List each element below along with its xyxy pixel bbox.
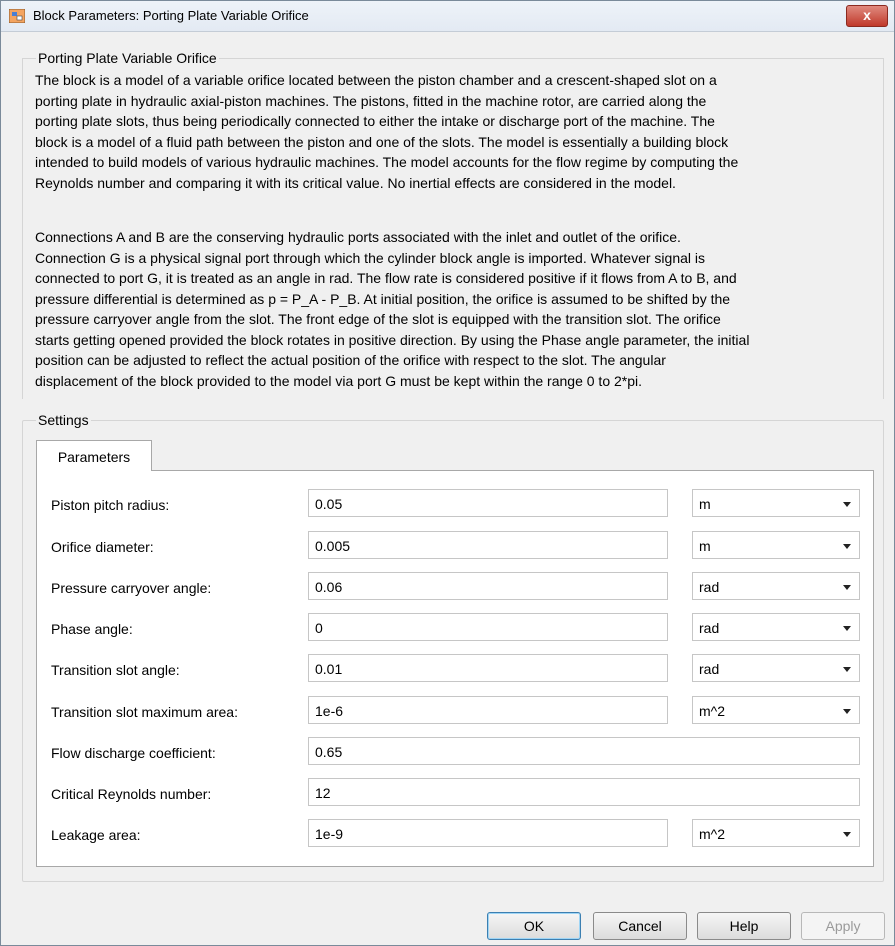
unit-dropdown[interactable]: m bbox=[692, 531, 860, 559]
description-line: intended to build models of various hydr… bbox=[35, 154, 739, 170]
parameter-value-field[interactable]: 0.05 bbox=[308, 489, 668, 517]
description-line: Connections A and B are the conserving h… bbox=[35, 229, 681, 245]
settings-label: Settings bbox=[36, 412, 91, 428]
parameter-value-field[interactable]: 0.01 bbox=[308, 654, 668, 682]
parameter-label: Phase angle: bbox=[51, 621, 133, 637]
parameter-label: Leakage area: bbox=[51, 827, 141, 843]
parameter-label: Flow discharge coefficient: bbox=[51, 745, 216, 761]
cancel-button[interactable]: Cancel bbox=[593, 912, 687, 940]
description-line: Connection G is a physical signal port t… bbox=[35, 249, 706, 266]
description-line: The block is a model of a variable orifi… bbox=[35, 72, 717, 88]
description-line: pressure differential is determined as p… bbox=[35, 290, 731, 307]
description-line: block is a model of a fluid path between… bbox=[35, 133, 729, 150]
description-paragraph-1: The block is a model of a variable orifi… bbox=[35, 70, 865, 193]
unit-dropdown[interactable]: m^2 bbox=[692, 819, 860, 847]
parameter-row: Flow discharge coefficient: 0.65 bbox=[37, 737, 873, 771]
unit-value: m^2 bbox=[699, 703, 726, 719]
parameter-row: Transition slot angle: 0.01 rad bbox=[37, 654, 873, 688]
unit-dropdown[interactable]: m bbox=[692, 489, 860, 517]
unit-value: rad bbox=[699, 620, 720, 636]
description-line: connected to port G, it is treated as an… bbox=[35, 270, 737, 286]
chevron-down-icon bbox=[843, 832, 851, 837]
window-title: Block Parameters: Porting Plate Variable… bbox=[33, 8, 309, 23]
parameter-label: Piston pitch radius: bbox=[51, 497, 170, 513]
unit-value: rad bbox=[699, 579, 720, 595]
parameter-label: Orifice diameter: bbox=[51, 539, 154, 555]
chevron-down-icon bbox=[843, 667, 851, 672]
parameter-value-field[interactable]: 0.06 bbox=[308, 572, 668, 600]
parameter-value-field[interactable]: 0.65 bbox=[308, 737, 860, 765]
unit-dropdown[interactable]: rad bbox=[692, 572, 860, 600]
ok-button[interactable]: OK bbox=[487, 912, 581, 940]
chevron-down-icon bbox=[843, 502, 851, 507]
apply-button[interactable]: Apply bbox=[801, 912, 885, 940]
chevron-down-icon bbox=[843, 626, 851, 631]
parameter-row: Piston pitch radius: 0.05 m bbox=[37, 489, 873, 523]
unit-value: m bbox=[699, 496, 711, 512]
parameter-row: Phase angle: 0 rad bbox=[37, 613, 873, 647]
unit-value: rad bbox=[699, 661, 720, 677]
parameter-value-field[interactable]: 1e-6 bbox=[308, 696, 668, 724]
description-line: pressure carryover angle from the slot. … bbox=[35, 311, 721, 327]
parameter-value-field[interactable]: 0 bbox=[308, 613, 668, 641]
block-name-header: Porting Plate Variable Orifice bbox=[36, 50, 219, 66]
block-parameters-icon bbox=[9, 9, 25, 23]
parameter-row: Orifice diameter: 0.005 m bbox=[37, 531, 873, 565]
parameter-label: Transition slot angle: bbox=[51, 662, 180, 678]
parameters-panel: Piston pitch radius: 0.05 m Orifice diamete… bbox=[36, 470, 874, 867]
chevron-down-icon bbox=[843, 709, 851, 714]
parameter-label: Transition slot maximum area: bbox=[51, 704, 238, 720]
description-line: starts getting opened provided the block… bbox=[35, 331, 750, 348]
description-line: porting plate in hydraulic axial-piston … bbox=[35, 92, 707, 109]
description-paragraph-2: Connections A and B are the conserving h… bbox=[35, 227, 865, 391]
title-bar[interactable]: Block Parameters: Porting Plate Variable… bbox=[1, 1, 894, 32]
help-button[interactable]: Help bbox=[697, 912, 791, 940]
unit-value: m^2 bbox=[699, 826, 726, 842]
parameter-row: Pressure carryover angle: 0.06 rad bbox=[37, 572, 873, 606]
tab-parameters[interactable]: Parameters bbox=[36, 440, 152, 471]
parameter-label: Pressure carryover angle: bbox=[51, 580, 212, 596]
unit-dropdown[interactable]: m^2 bbox=[692, 696, 860, 724]
description-line: Reynolds number and comparing it with it… bbox=[35, 174, 676, 191]
parameter-row: Leakage area: 1e-9 m^2 bbox=[37, 819, 873, 853]
unit-dropdown[interactable]: rad bbox=[692, 654, 860, 682]
unit-dropdown[interactable]: rad bbox=[692, 613, 860, 641]
parameter-row: Critical Reynolds number: 12 bbox=[37, 778, 873, 812]
close-button[interactable]: x bbox=[846, 5, 888, 27]
description-line: porting plate slots, thus being periodic… bbox=[35, 113, 715, 129]
description-line: position can be adjusted to reflect the … bbox=[35, 352, 666, 368]
parameter-value-field[interactable]: 0.005 bbox=[308, 531, 668, 559]
parameter-row: Transition slot maximum area: 1e-6 m^2 bbox=[37, 696, 873, 730]
chevron-down-icon bbox=[843, 544, 851, 549]
description-line: displacement of the block provided to th… bbox=[35, 372, 643, 389]
unit-value: m bbox=[699, 538, 711, 554]
parameter-value-field[interactable]: 12 bbox=[308, 778, 860, 806]
parameter-label: Critical Reynolds number: bbox=[51, 786, 212, 802]
parameter-value-field[interactable]: 1e-9 bbox=[308, 819, 668, 847]
close-icon: x bbox=[863, 7, 871, 23]
chevron-down-icon bbox=[843, 585, 851, 590]
